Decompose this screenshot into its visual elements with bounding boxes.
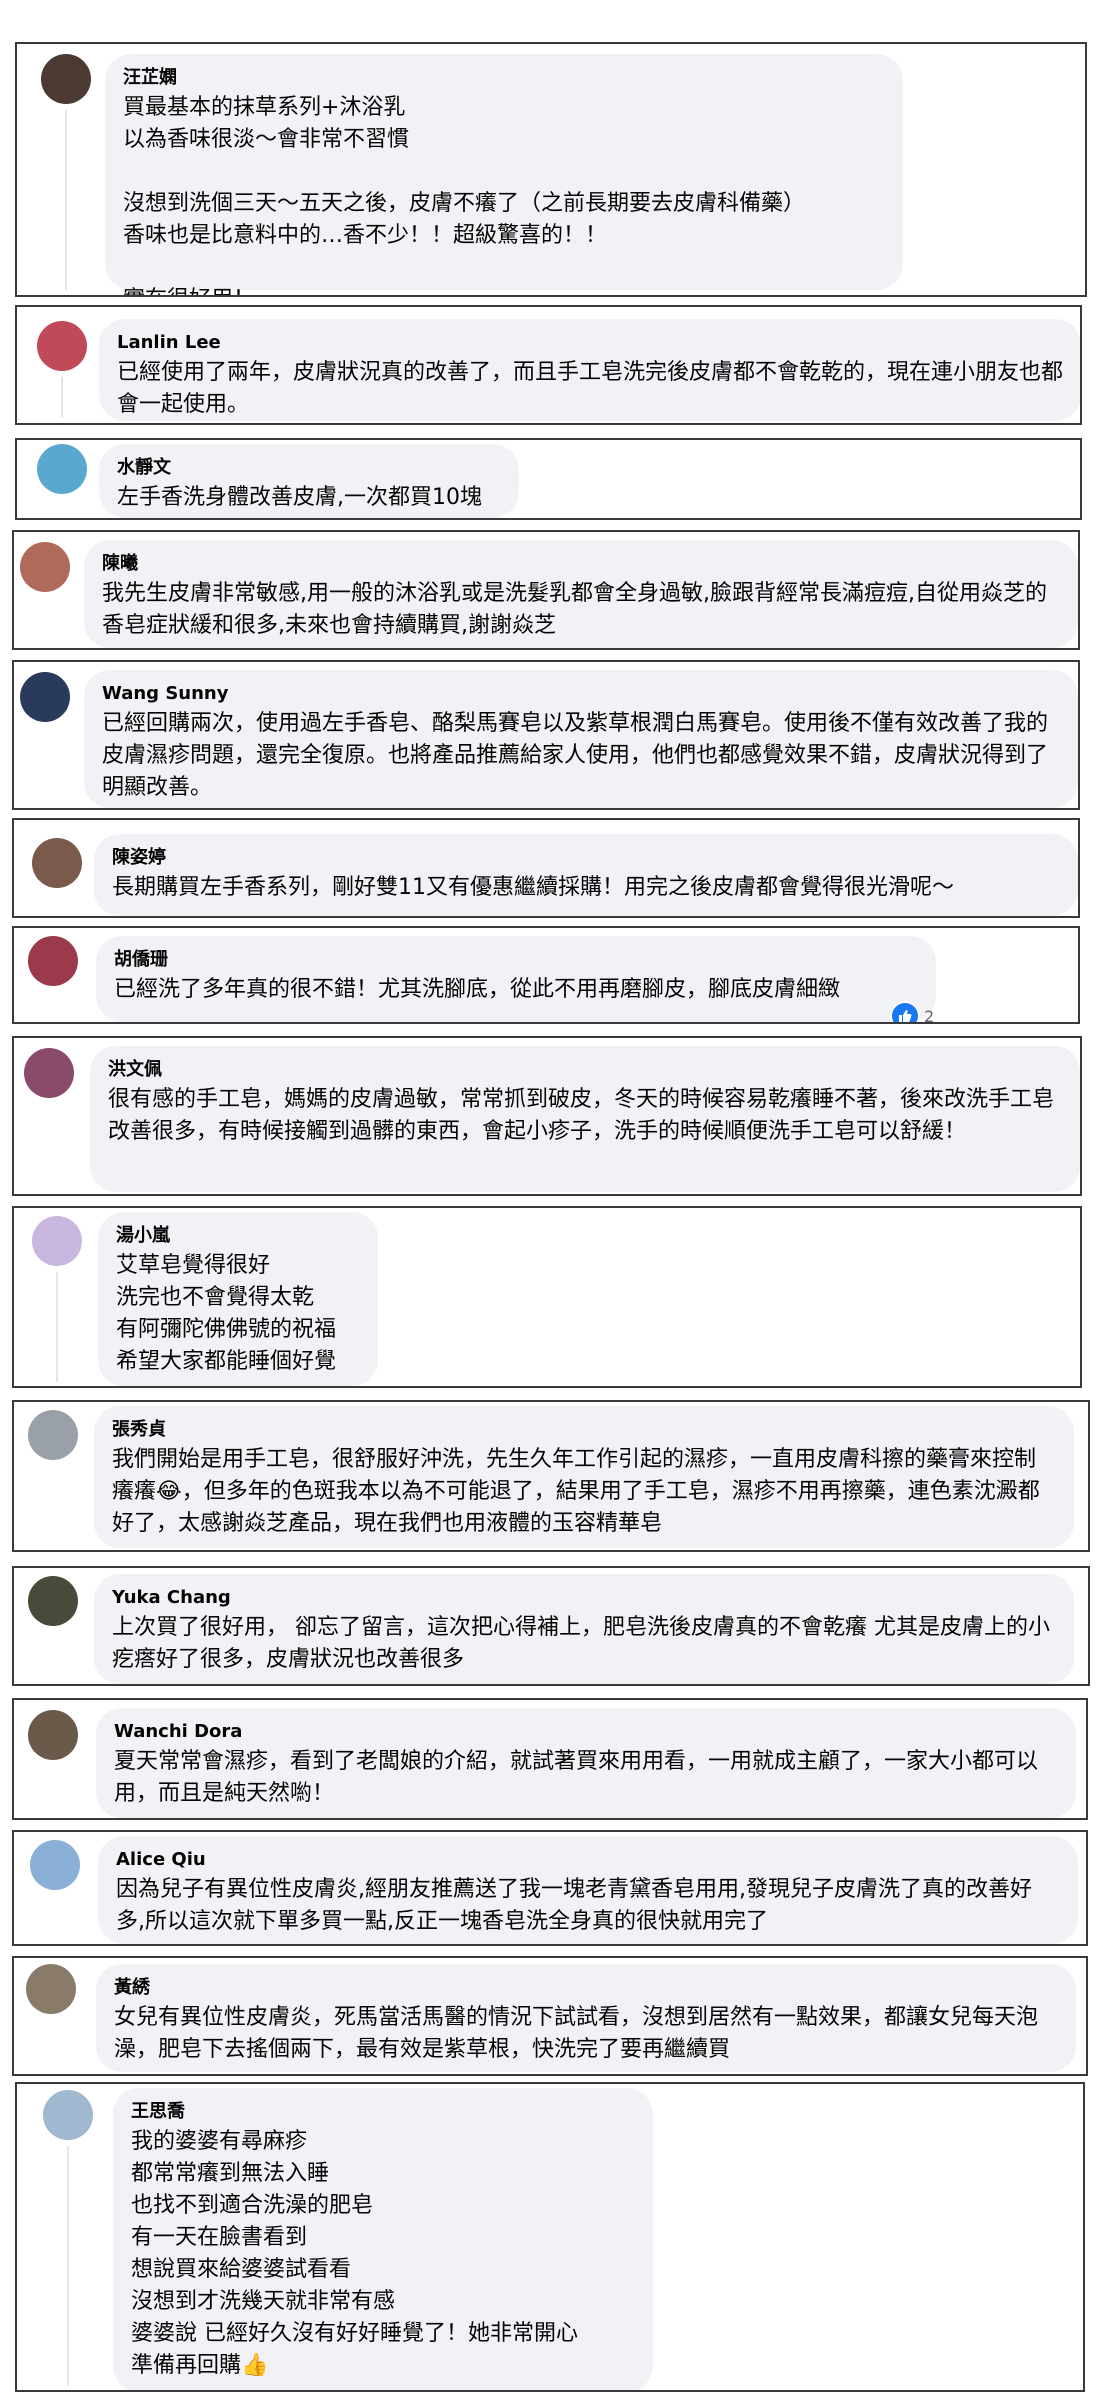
avatar[interactable] [37,321,87,371]
comment-card: 汪芷嫻 買最基本的抹草系列+沐浴乳 以為香味很淡～會非常不習慣 沒想到洗個三天～… [15,42,1087,297]
comment-text: 上次買了很好用， 卻忘了留言，這次把心得補上，肥皂洗後皮膚真的不會乾癢 尤其是皮… [112,1615,1050,1672]
comment-card: 張秀貞 我們開始是用手工皂，很舒服好沖洗，先生久年工作引起的濕疹，一直用皮膚科擦… [12,1400,1090,1552]
comment-text: 買最基本的抹草系列+沐浴乳 以為香味很淡～會非常不習慣 沒想到洗個三天～五天之後… [123,95,806,295]
comment-card: 湯小嵐 艾草皂覺得很好 洗完也不會覺得太乾 有阿彌陀佛佛號的祝福 希望大家都能睡… [12,1206,1082,1388]
comment-text: 艾草皂覺得很好 洗完也不會覺得太乾 有阿彌陀佛佛號的祝福 希望大家都能睡個好覺 [116,1253,337,1374]
avatar[interactable] [24,1048,74,1098]
thread-line [65,110,67,290]
comment-text: 我先生皮膚非常敏感,用一般的沐浴乳或是洗髮乳都會全身過敏,臉跟背經常長滿痘痘,自… [102,581,1047,638]
comment-bubble: 陳姿婷 長期購買左手香系列，剛好雙11又有優惠繼續採購！用完之後皮膚都會覺得很光… [94,834,1078,916]
thread-line [61,377,63,417]
commenter-name[interactable]: 陳姿婷 [112,846,1060,870]
avatar[interactable] [28,1410,78,1460]
comment-text: 左手香洗身體改善皮膚,一次都買10塊 [117,485,482,510]
commenter-name[interactable]: 張秀貞 [112,1418,1056,1442]
comment-bubble: 黃綉 女兒有異位性皮膚炎，死馬當活馬醫的情況下試試看，沒想到居然有一點效果，都讓… [96,1964,1076,2072]
comment-bubble: Lanlin Lee 已經使用了兩年，皮膚狀況真的改善了，而且手工皂洗完後皮膚都… [99,319,1080,421]
avatar[interactable] [28,1710,78,1760]
comment-card: Yuka Chang 上次買了很好用， 卻忘了留言，這次把心得補上，肥皂洗後皮膚… [12,1566,1090,1686]
comment-bubble: 洪文佩 很有感的手工皂，媽媽的皮膚過敏，常常抓到破皮，冬天的時候容易乾癢睡不著，… [90,1046,1080,1192]
comment-text: 我們開始是用手工皂，很舒服好沖洗，先生久年工作引起的濕疹，一直用皮膚科擦的藥膏來… [112,1447,1040,1536]
avatar[interactable] [20,542,70,592]
commenter-name[interactable]: 王思喬 [131,2100,635,2124]
avatar[interactable] [37,444,87,494]
commenter-name[interactable]: 胡僑珊 [114,948,918,972]
comment-card: 陳曦 我先生皮膚非常敏感,用一般的沐浴乳或是洗髮乳都會全身過敏,臉跟背經常長滿痘… [12,530,1080,650]
reaction-count: 2 [924,1006,935,1024]
comment-bubble: Wanchi Dora 夏天常常會濕疹，看到了老闆娘的介紹，就試著買來用用看，一… [96,1708,1076,1818]
comment-text: 長期購買左手香系列，剛好雙11又有優惠繼續採購！用完之後皮膚都會覺得很光滑呢～ [112,875,954,900]
comment-text: 已經洗了多年真的很不錯！尤其洗腳底，從此不用再磨腳皮，腳底皮膚細緻 [114,977,841,1002]
avatar[interactable] [26,1964,76,2014]
comment-bubble: 陳曦 我先生皮膚非常敏感,用一般的沐浴乳或是洗髮乳都會全身過敏,臉跟背經常長滿痘… [84,540,1078,648]
thread-line [56,1272,58,1382]
comment-card: Lanlin Lee 已經使用了兩年，皮膚狀況真的改善了，而且手工皂洗完後皮膚都… [15,305,1082,425]
comment-bubble: 湯小嵐 艾草皂覺得很好 洗完也不會覺得太乾 有阿彌陀佛佛號的祝福 希望大家都能睡… [98,1212,378,1386]
commenter-name[interactable]: 洪文佩 [108,1058,1062,1082]
avatar[interactable] [20,672,70,722]
comment-bubble: Alice Qiu 因為兒子有異位性皮膚炎,經朋友推薦送了我一塊老青黛香皂用用,… [98,1836,1078,1944]
thread-line [67,2146,69,2386]
comment-bubble: 水靜文 左手香洗身體改善皮膚,一次都買10塊 [99,444,519,518]
comment-card: 黃綉 女兒有異位性皮膚炎，死馬當活馬醫的情況下試試看，沒想到居然有一點效果，都讓… [12,1956,1088,2076]
comment-text: 已經回購兩次，使用過左手香皂、酪梨馬賽皂以及紫草根潤白馬賽皂。使用後不僅有效改善… [102,711,1049,800]
commenter-name[interactable]: Wang Sunny [102,682,1060,706]
commenter-name[interactable]: Wanchi Dora [114,1720,1058,1744]
avatar[interactable] [32,1216,82,1266]
comment-text: 很有感的手工皂，媽媽的皮膚過敏，常常抓到破皮，冬天的時候容易乾癢睡不著，後來改洗… [108,1087,1055,1144]
comment-text: 因為兒子有異位性皮膚炎,經朋友推薦送了我一塊老青黛香皂用用,發現兒子皮膚洗了真的… [116,1877,1032,1934]
avatar[interactable] [30,1840,80,1890]
comment-card: 胡僑珊 已經洗了多年真的很不錯！尤其洗腳底，從此不用再磨腳皮，腳底皮膚細緻 2 [12,926,1080,1024]
reaction-badge[interactable]: 2 [890,1001,935,1024]
comment-card: 洪文佩 很有感的手工皂，媽媽的皮膚過敏，常常抓到破皮，冬天的時候容易乾癢睡不著，… [12,1036,1082,1196]
commenter-name[interactable]: Alice Qiu [116,1848,1060,1872]
avatar[interactable] [43,2090,93,2140]
comment-card: Alice Qiu 因為兒子有異位性皮膚炎,經朋友推薦送了我一塊老青黛香皂用用,… [12,1830,1088,1946]
commenter-name[interactable]: Lanlin Lee [117,331,1063,355]
comment-card: Wang Sunny 已經回購兩次，使用過左手香皂、酪梨馬賽皂以及紫草根潤白馬賽… [12,660,1080,810]
comment-card: 王思喬 我的婆婆有尋麻疹 都常常癢到無法入睡 也找不到適合洗澡的肥皂 有一天在臉… [15,2082,1085,2392]
commenter-name[interactable]: Yuka Chang [112,1586,1056,1610]
comment-text: 我的婆婆有尋麻疹 都常常癢到無法入睡 也找不到適合洗澡的肥皂 有一天在臉書看到 … [131,2129,578,2378]
comment-bubble: 王思喬 我的婆婆有尋麻疹 都常常癢到無法入睡 也找不到適合洗澡的肥皂 有一天在臉… [113,2088,653,2390]
comment-bubble: 張秀貞 我們開始是用手工皂，很舒服好沖洗，先生久年工作引起的濕疹，一直用皮膚科擦… [94,1406,1074,1548]
comment-bubble: 汪芷嫻 買最基本的抹草系列+沐浴乳 以為香味很淡～會非常不習慣 沒想到洗個三天～… [105,54,903,295]
commenter-name[interactable]: 汪芷嫻 [123,66,885,90]
commenter-name[interactable]: 湯小嵐 [116,1224,360,1248]
avatar[interactable] [41,54,91,104]
avatar[interactable] [32,838,82,888]
comment-card: 水靜文 左手香洗身體改善皮膚,一次都買10塊 [15,438,1082,520]
commenter-name[interactable]: 水靜文 [117,456,501,480]
comment-bubble: Yuka Chang 上次買了很好用， 卻忘了留言，這次把心得補上，肥皂洗後皮膚… [94,1574,1074,1684]
avatar[interactable] [28,1576,78,1626]
avatar[interactable] [28,936,78,986]
comment-text: 已經使用了兩年，皮膚狀況真的改善了，而且手工皂洗完後皮膚都不會乾乾的，現在連小朋… [117,360,1064,417]
comment-bubble: Wang Sunny 已經回購兩次，使用過左手香皂、酪梨馬賽皂以及紫草根潤白馬賽… [84,670,1078,808]
comment-bubble: 胡僑珊 已經洗了多年真的很不錯！尤其洗腳底，從此不用再磨腳皮，腳底皮膚細緻 [96,936,936,1022]
comment-text: 女兒有異位性皮膚炎，死馬當活馬醫的情況下試試看，沒想到居然有一點效果，都讓女兒每… [114,2005,1039,2062]
commenter-name[interactable]: 陳曦 [102,552,1060,576]
comment-card: 陳姿婷 長期購買左手香系列，剛好雙11又有優惠繼續採購！用完之後皮膚都會覺得很光… [12,818,1080,918]
commenter-name[interactable]: 黃綉 [114,1976,1058,2000]
like-icon [890,1001,920,1022]
comment-card: Wanchi Dora 夏天常常會濕疹，看到了老闆娘的介紹，就試著買來用用看，一… [12,1698,1088,1820]
comment-text: 夏天常常會濕疹，看到了老闆娘的介紹，就試著買來用用看，一用就成主顧了，一家大小都… [114,1749,1039,1806]
